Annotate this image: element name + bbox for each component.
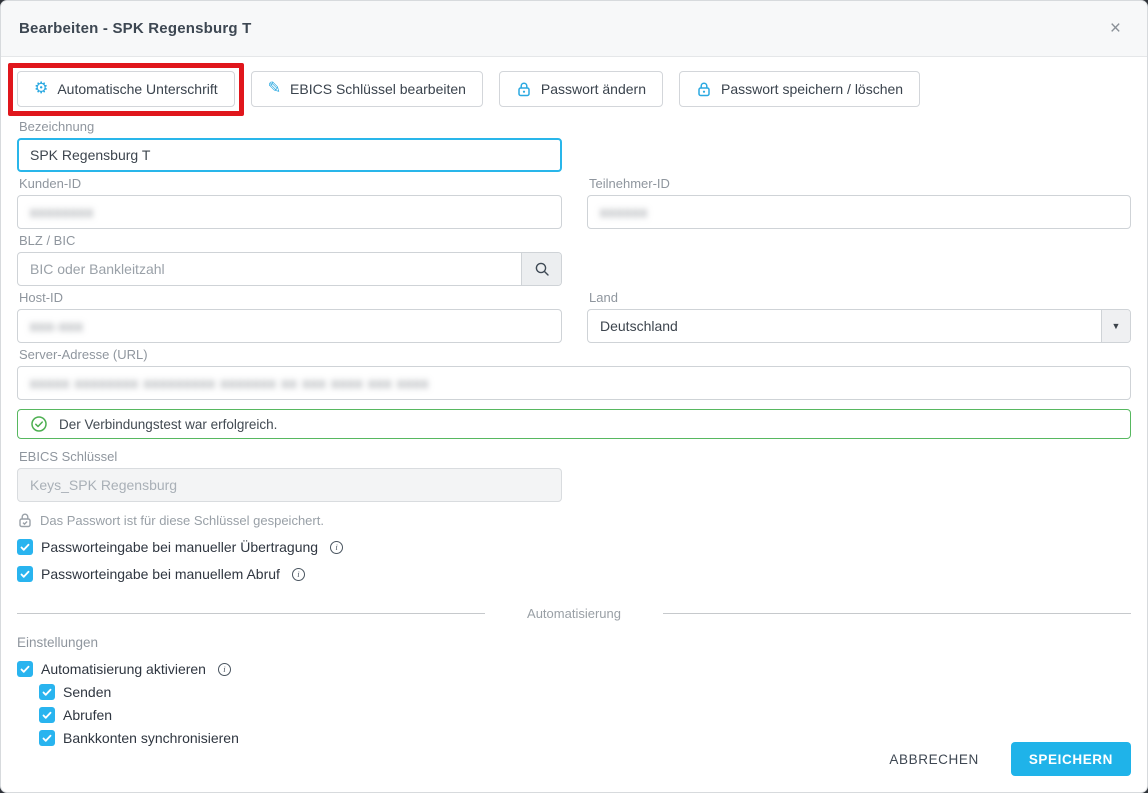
blz-bic-label: BLZ / BIC [19,233,562,249]
kunden-id-input[interactable]: xxxxxxxx [17,195,562,229]
dialog-footer: ABBRECHEN SPEICHERN [883,742,1131,776]
blz-bic-input[interactable] [18,253,521,285]
divider-label: Automatisierung [485,606,663,621]
bezeichnung-label: Bezeichnung [19,119,1131,135]
lock-check-icon [17,512,33,528]
passworteingabe-abruf-row: Passworteingabe bei manuellem Abruf i [17,566,1131,582]
server-adresse-label: Server-Adresse (URL) [19,347,1131,363]
search-icon [534,261,550,277]
abrufen-row: Abrufen [39,707,1131,723]
teilnehmer-id-input[interactable]: xxxxxx [587,195,1131,229]
checkbox-label: Senden [63,684,111,700]
checkbox-checked[interactable] [39,730,55,746]
senden-row: Senden [39,684,1131,700]
einstellungen-label: Einstellungen [17,635,1131,650]
automatisierung-divider: Automatisierung [17,606,1131,621]
checkbox-checked[interactable] [17,566,33,582]
action-button-row: ⚙ Automatische Unterschrift ✎ EBICS Schl… [17,71,1131,107]
note-text: Das Passwort ist für diese Schlüssel ges… [40,513,324,528]
redacted-value: xxxxxxxx [30,204,94,220]
checkbox-label: Abrufen [63,707,112,723]
close-icon[interactable]: × [1104,15,1127,42]
button-label: Passwort speichern / löschen [721,81,903,97]
kunden-id-label: Kunden-ID [19,176,562,192]
land-selected-value: Deutschland [588,310,1101,342]
info-icon[interactable]: i [330,541,343,554]
server-adresse-input[interactable]: xxxxx xxxxxxxx xxxxxxxxx xxxxxxx xx xxx … [17,366,1131,400]
land-select[interactable]: Deutschland ▼ [587,309,1131,343]
check-circle-icon [31,416,47,432]
bezeichnung-input[interactable] [17,138,562,172]
dialog-header: Bearbeiten - SPK Regensburg T × [1,1,1147,57]
land-select-arrow-area[interactable]: ▼ [1101,310,1130,342]
automatische-unterschrift-button[interactable]: ⚙ Automatische Unterschrift [17,71,235,107]
teilnehmer-id-label: Teilnehmer-ID [589,176,1131,192]
bank-search-button[interactable] [521,253,561,285]
info-icon[interactable]: i [218,663,231,676]
edit-bank-access-dialog: Bearbeiten - SPK Regensburg T × ⚙ Automa… [0,0,1148,793]
checkbox-checked[interactable] [17,661,33,677]
host-id-input[interactable]: xxx-xxx [17,309,562,343]
ebics-schluessel-label: EBICS Schlüssel [19,449,1131,465]
button-label: Automatische Unterschrift [57,81,217,97]
checkbox-label: Passworteingabe bei manuellem Abruf [41,566,280,582]
divider-line [663,613,1131,614]
lock-icon [516,81,532,97]
checkbox-label: Bankkonten synchronisieren [63,730,239,746]
chevron-down-icon: ▼ [1112,321,1121,331]
abbrechen-button[interactable]: ABBRECHEN [883,744,984,775]
redacted-value: xxxxxx [600,204,648,220]
info-icon[interactable]: i [292,568,305,581]
blz-bic-input-group [17,252,562,286]
host-id-label: Host-ID [19,290,562,306]
automatisierung-aktivieren-row: Automatisierung aktivieren i [17,661,1131,677]
checkbox-checked[interactable] [39,707,55,723]
connection-test-success-banner: Der Verbindungstest war erfolgreich. [17,409,1131,439]
divider-line [17,613,485,614]
passwort-aendern-button[interactable]: Passwort ändern [499,71,663,107]
passworteingabe-uebertragung-row: Passworteingabe bei manueller Übertragun… [17,539,1131,555]
dialog-title: Bearbeiten - SPK Regensburg T [19,20,252,37]
pencil-icon: ✎ [268,81,281,97]
redacted-value: xxx-xxx [30,318,84,334]
checkbox-checked[interactable] [39,684,55,700]
ebics-schluessel-input: Keys_SPK Regensburg [17,468,562,502]
dialog-body: ⚙ Automatische Unterschrift ✎ EBICS Schl… [1,71,1147,746]
redacted-value: xxxxx xxxxxxxx xxxxxxxxx xxxxxxx xx xxx … [30,375,429,391]
checkbox-label: Passworteingabe bei manueller Übertragun… [41,539,318,555]
land-label: Land [589,290,1131,306]
speichern-button[interactable]: SPEICHERN [1011,742,1131,776]
ebics-schluessel-value: Keys_SPK Regensburg [30,477,177,493]
lock-icon [696,81,712,97]
passwort-speichern-loeschen-button[interactable]: Passwort speichern / löschen [679,71,920,107]
ebics-schluessel-bearbeiten-button[interactable]: ✎ EBICS Schlüssel bearbeiten [251,71,483,107]
button-label: EBICS Schlüssel bearbeiten [290,81,466,97]
checkbox-checked[interactable] [17,539,33,555]
success-message: Der Verbindungstest war erfolgreich. [59,417,277,432]
highlight-annotation-wrapper: ⚙ Automatische Unterschrift [17,71,235,107]
password-saved-note: Das Passwort ist für diese Schlüssel ges… [17,512,1131,528]
gear-icon: ⚙ [34,81,48,97]
button-label: Passwort ändern [541,81,646,97]
checkbox-label: Automatisierung aktivieren [41,661,206,677]
